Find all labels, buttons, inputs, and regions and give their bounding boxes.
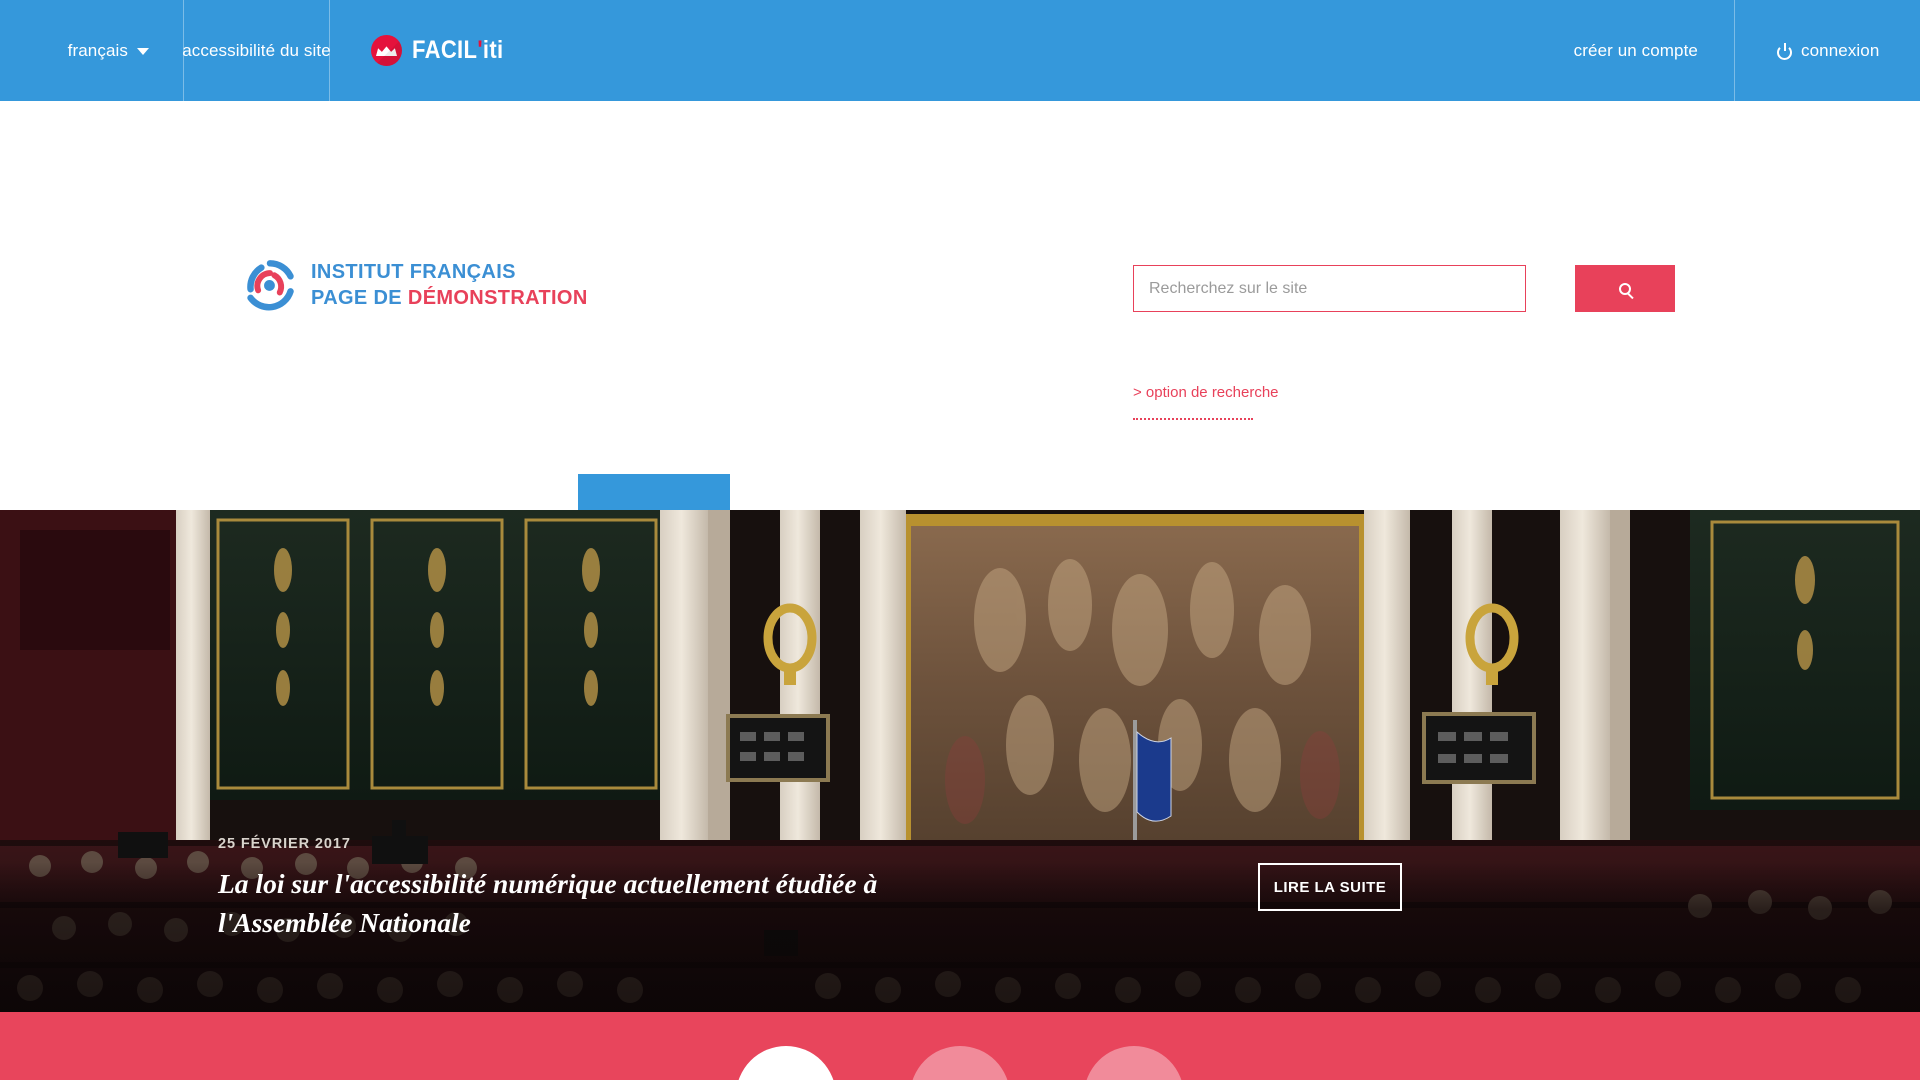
- brand-line-2-accent: DÉMONSTRATION: [407, 287, 588, 309]
- search-button[interactable]: [1575, 265, 1675, 312]
- search-options: > option de recherche: [1133, 384, 1279, 420]
- login-link[interactable]: connexion: [1734, 0, 1920, 101]
- language-selector[interactable]: français: [0, 0, 184, 101]
- site-brand[interactable]: INSTITUT FRANÇAIS PAGE DE DÉMONSTRATION: [243, 259, 588, 313]
- topbar-left-group: français accessibilité du site FACIL'iti: [0, 0, 516, 101]
- brand-line-1: INSTITUT FRANÇAIS: [311, 261, 516, 284]
- chevron-down-icon: [137, 48, 149, 55]
- brand-line-2: PAGE DE DÉMONSTRATION: [311, 286, 588, 312]
- topbar-right-group: créer un compte connexion: [1544, 0, 1920, 101]
- slider-dot-1[interactable]: [736, 1046, 836, 1080]
- brand-text: INSTITUT FRANÇAIS PAGE DE DÉMONSTRATION: [311, 260, 588, 311]
- hero-banner: 25 FÉVRIER 2017 La loi sur l'accessibili…: [0, 510, 1920, 1012]
- hero-caption: 25 FÉVRIER 2017 La loi sur l'accessibili…: [218, 836, 978, 942]
- hero-date: 25 FÉVRIER 2017: [218, 835, 351, 852]
- login-label: connexion: [1801, 40, 1880, 60]
- slider-indicator-band: [0, 1012, 1920, 1080]
- site-header: INSTITUT FRANÇAIS PAGE DE DÉMONSTRATION …: [0, 101, 1920, 578]
- slider-dot-3[interactable]: [1084, 1046, 1184, 1080]
- brand-line-2-prefix: PAGE DE: [311, 287, 408, 309]
- search-options-link[interactable]: > option de recherche: [1133, 384, 1279, 401]
- search-area: [1133, 265, 1675, 312]
- read-more-button[interactable]: LIRE LA SUITE: [1258, 863, 1402, 911]
- create-account-link[interactable]: créer un compte: [1544, 0, 1734, 101]
- institut-francais-swirl-logo: [247, 260, 294, 311]
- hero-title: La loi sur l'accessibilité numérique act…: [218, 867, 878, 938]
- faciliti-crown-icon: [371, 35, 402, 66]
- language-label: français: [67, 40, 128, 60]
- create-account-label: créer un compte: [1573, 40, 1698, 60]
- slider-dot-2[interactable]: [910, 1046, 1010, 1080]
- top-utility-bar: français accessibilité du site FACIL'iti…: [0, 0, 1920, 101]
- accessibility-label: accessibilité du site: [182, 40, 331, 60]
- faciliti-logo[interactable]: FACIL'iti: [330, 0, 516, 101]
- search-input[interactable]: [1133, 265, 1526, 312]
- search-icon: [1619, 282, 1631, 295]
- faciliti-wordmark: FACIL'iti: [412, 36, 504, 64]
- search-options-divider: [1133, 418, 1253, 420]
- accessibility-link[interactable]: accessibilité du site: [182, 0, 331, 101]
- power-icon: [1777, 43, 1792, 60]
